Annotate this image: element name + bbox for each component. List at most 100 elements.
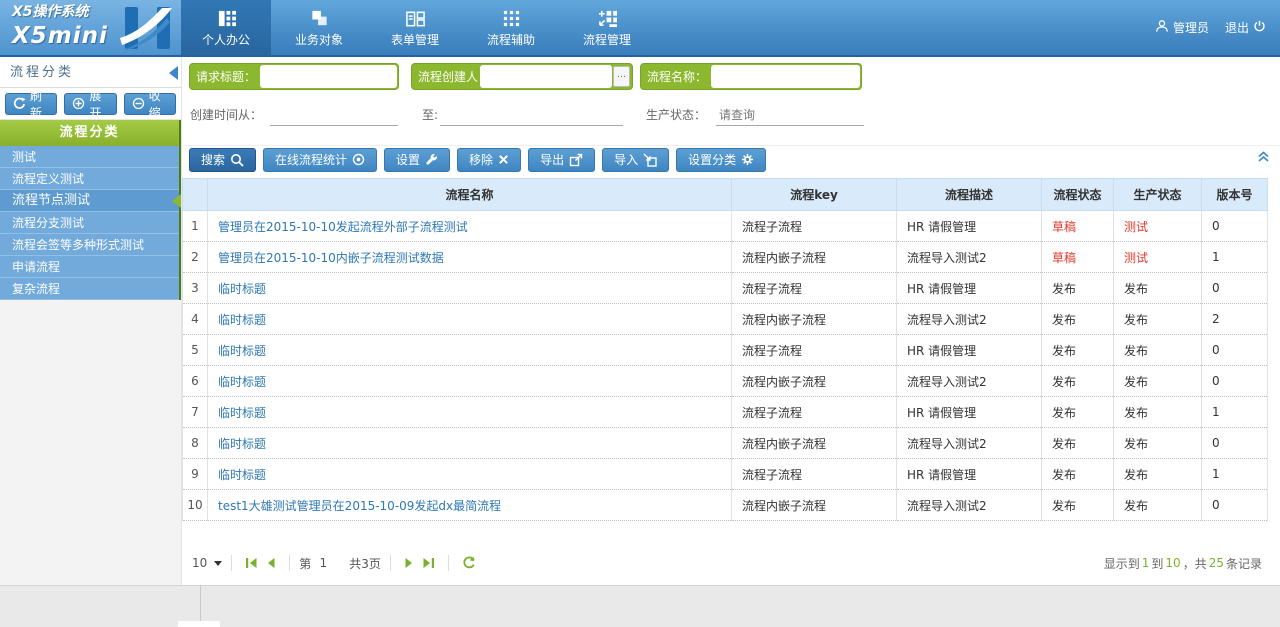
ellipsis-icon[interactable]: … — [613, 66, 630, 87]
collapse-button[interactable]: 收缩 — [124, 93, 176, 115]
process-name-link[interactable]: test1大雄测试管理员在2015-10-09发起dx最简流程 — [218, 499, 501, 513]
refresh-button[interactable]: 刷新 — [5, 93, 57, 115]
search-icon — [230, 153, 244, 167]
table-row[interactable]: 5临时标题流程子流程HR 请假管理发布发布0 — [183, 335, 1268, 366]
process-name-link[interactable]: 管理员在2015-10-10内嵌子流程测试数据 — [218, 251, 444, 265]
table-row[interactable]: 10test1大雄测试管理员在2015-10-09发起dx最简流程流程内嵌子流程… — [183, 490, 1268, 521]
nav-tab-1[interactable]: 个人办公 — [181, 0, 271, 55]
process-name-link[interactable]: 管理员在2015-10-10发起流程外部子流程测试 — [218, 220, 468, 234]
nav-tab-2[interactable]: 业务对象 — [271, 0, 367, 55]
table-row[interactable]: 9临时标题流程子流程HR 请假管理发布发布1 — [183, 459, 1268, 490]
sidebar-item-4[interactable]: 流程分支测试 — [0, 212, 179, 234]
divider — [390, 555, 391, 571]
cell-desc: 流程导入测试2 — [897, 366, 1042, 397]
cell-key: 流程内嵌子流程 — [732, 490, 897, 521]
sidebar-item-2[interactable]: 流程定义测试 — [0, 168, 179, 190]
process-name-link[interactable]: 临时标题 — [218, 437, 266, 451]
table-row[interactable]: 2管理员在2015-10-10内嵌子流程测试数据流程内嵌子流程流程导入测试2草稿… — [183, 242, 1268, 273]
sidebar-section-header: 流程分类 — [0, 120, 181, 146]
sidebar-item-6[interactable]: 申请流程 — [0, 256, 179, 278]
sidebar-item-3[interactable]: 流程节点测试 — [0, 190, 179, 212]
created-from-input[interactable] — [270, 104, 398, 126]
nav-tab-5[interactable]: 流程管理 — [559, 0, 655, 55]
total-pages-label: 共3页 — [349, 555, 381, 572]
cell-status: 发布 — [1042, 304, 1114, 335]
page-size-select[interactable]: 10 — [192, 556, 222, 570]
table-row[interactable]: 8临时标题流程内嵌子流程流程导入测试2发布发布0 — [183, 428, 1268, 459]
cell-name: 临时标题 — [208, 366, 732, 397]
cell-prod-status: 发布 — [1114, 459, 1202, 490]
cell-name: test1大雄测试管理员在2015-10-09发起dx最简流程 — [208, 490, 732, 521]
to-label: 至: — [422, 102, 438, 128]
next-page-icon[interactable] — [404, 557, 414, 569]
summary-from: 1 — [1142, 556, 1150, 570]
cell-desc: 流程导入测试2 — [897, 428, 1042, 459]
request-title-label: 请求标题： — [190, 68, 260, 85]
sidebar-item-7[interactable]: 复杂流程 — [0, 278, 179, 300]
cell-status: 发布 — [1042, 335, 1114, 366]
cell-name: 管理员在2015-10-10内嵌子流程测试数据 — [208, 242, 732, 273]
process-name-input[interactable] — [711, 65, 860, 88]
double-chevron-up-icon[interactable] — [1257, 149, 1270, 166]
table-row[interactable]: 4临时标题流程内嵌子流程流程导入测试2发布发布2 — [183, 304, 1268, 335]
process-name-link[interactable]: 临时标题 — [218, 313, 266, 327]
first-page-icon[interactable] — [245, 557, 258, 569]
process-name-link[interactable]: 临时标题 — [218, 406, 266, 420]
row-index: 3 — [183, 273, 208, 304]
nav-tab-label: 流程管理 — [583, 31, 631, 48]
process-creator-input[interactable] — [480, 65, 612, 88]
page-prefix-label: 第 — [299, 555, 311, 572]
current-page-input[interactable]: 1 — [311, 556, 335, 570]
column-header-2: 流程名称 — [208, 179, 732, 211]
logout-button[interactable]: 退出 — [1225, 19, 1266, 36]
cell-name: 临时标题 — [208, 273, 732, 304]
table-row[interactable]: 1管理员在2015-10-10发起流程外部子流程测试流程子流程HR 请假管理草稿… — [183, 211, 1268, 242]
request-title-input[interactable] — [260, 65, 397, 88]
sidebar-item-5[interactable]: 流程会签等多种形式测试 — [0, 234, 179, 256]
expand-label: 展开 — [89, 87, 108, 121]
export-button[interactable]: 导出 — [528, 148, 595, 172]
process-name-link[interactable]: 临时标题 — [218, 375, 266, 389]
cell-version: 0 — [1202, 428, 1268, 459]
sidebar-item-1[interactable]: 测试 — [0, 146, 179, 168]
prev-page-icon[interactable] — [266, 557, 276, 569]
process-name-link[interactable]: 临时标题 — [218, 282, 266, 296]
last-page-icon[interactable] — [422, 557, 435, 569]
table-row[interactable]: 7临时标题流程子流程HR 请假管理发布发布1 — [183, 397, 1268, 428]
expand-button[interactable]: 展开 — [64, 93, 116, 115]
import-button[interactable]: 导入 — [602, 148, 669, 172]
record-summary: 显示到 1 到 10 ，共 25 条记录 — [1104, 545, 1262, 581]
nav-tab-4[interactable]: 流程辅助 — [463, 0, 559, 55]
table-row[interactable]: 6临时标题流程内嵌子流程流程导入测试2发布发布0 — [183, 366, 1268, 397]
process-name-label: 流程名称： — [641, 68, 711, 85]
remove-button[interactable]: 移除 — [457, 148, 521, 172]
process-name-link[interactable]: 临时标题 — [218, 344, 266, 358]
cell-version: 0 — [1202, 366, 1268, 397]
set-category-label: 设置分类 — [688, 151, 736, 168]
table-row[interactable]: 3临时标题流程子流程HR 请假管理发布发布0 — [183, 273, 1268, 304]
cell-prod-status: 发布 — [1114, 304, 1202, 335]
set-category-button[interactable]: 设置分类 — [676, 148, 766, 172]
created-to-input[interactable] — [440, 104, 623, 126]
sidebar-item-label: 流程定义测试 — [12, 172, 84, 186]
x-icon — [498, 154, 509, 165]
online-stats-button[interactable]: 在线流程统计 — [263, 148, 377, 172]
settings-button[interactable]: 设置 — [384, 148, 450, 172]
search-button[interactable]: 搜索 — [189, 148, 256, 172]
pager-refresh-icon[interactable] — [462, 556, 476, 570]
cell-desc: 流程导入测试2 — [897, 304, 1042, 335]
summary-mid: 到 — [1151, 555, 1163, 572]
cell-status: 发布 — [1042, 459, 1114, 490]
process-name-link[interactable]: 临时标题 — [218, 468, 266, 482]
summary-total: 25 — [1209, 556, 1224, 570]
cell-desc: HR 请假管理 — [897, 211, 1042, 242]
left-triangle-icon[interactable] — [169, 66, 178, 80]
cell-status: 发布 — [1042, 366, 1114, 397]
current-user[interactable]: 管理员 — [1155, 19, 1209, 36]
prod-status-input[interactable] — [716, 104, 864, 126]
cell-version: 0 — [1202, 211, 1268, 242]
divider — [289, 555, 290, 571]
row-index: 9 — [183, 459, 208, 490]
status-bar — [0, 585, 1280, 627]
nav-tab-3[interactable]: 表单管理 — [367, 0, 463, 55]
